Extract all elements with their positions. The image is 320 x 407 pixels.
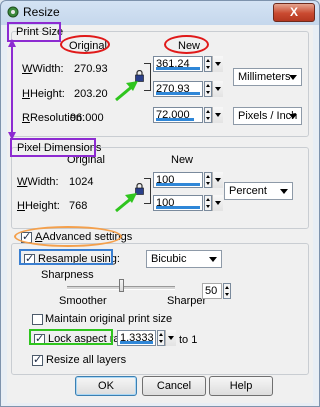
annotation-arrows	[8, 39, 138, 213]
annotation-arrow-print	[115, 81, 138, 102]
dialog-client: Print Size Original New WWidth: 270.93 3…	[7, 22, 313, 403]
resize-dialog: Resize X Print Size Original New WWidth:…	[0, 0, 320, 407]
close-button[interactable]: X	[273, 3, 315, 22]
app-icon	[7, 6, 19, 18]
close-icon: X	[289, 5, 298, 19]
window-title: Resize	[23, 5, 60, 19]
title-bar[interactable]: Resize X	[1, 1, 319, 23]
annotation-arrow-pixel	[115, 193, 137, 213]
